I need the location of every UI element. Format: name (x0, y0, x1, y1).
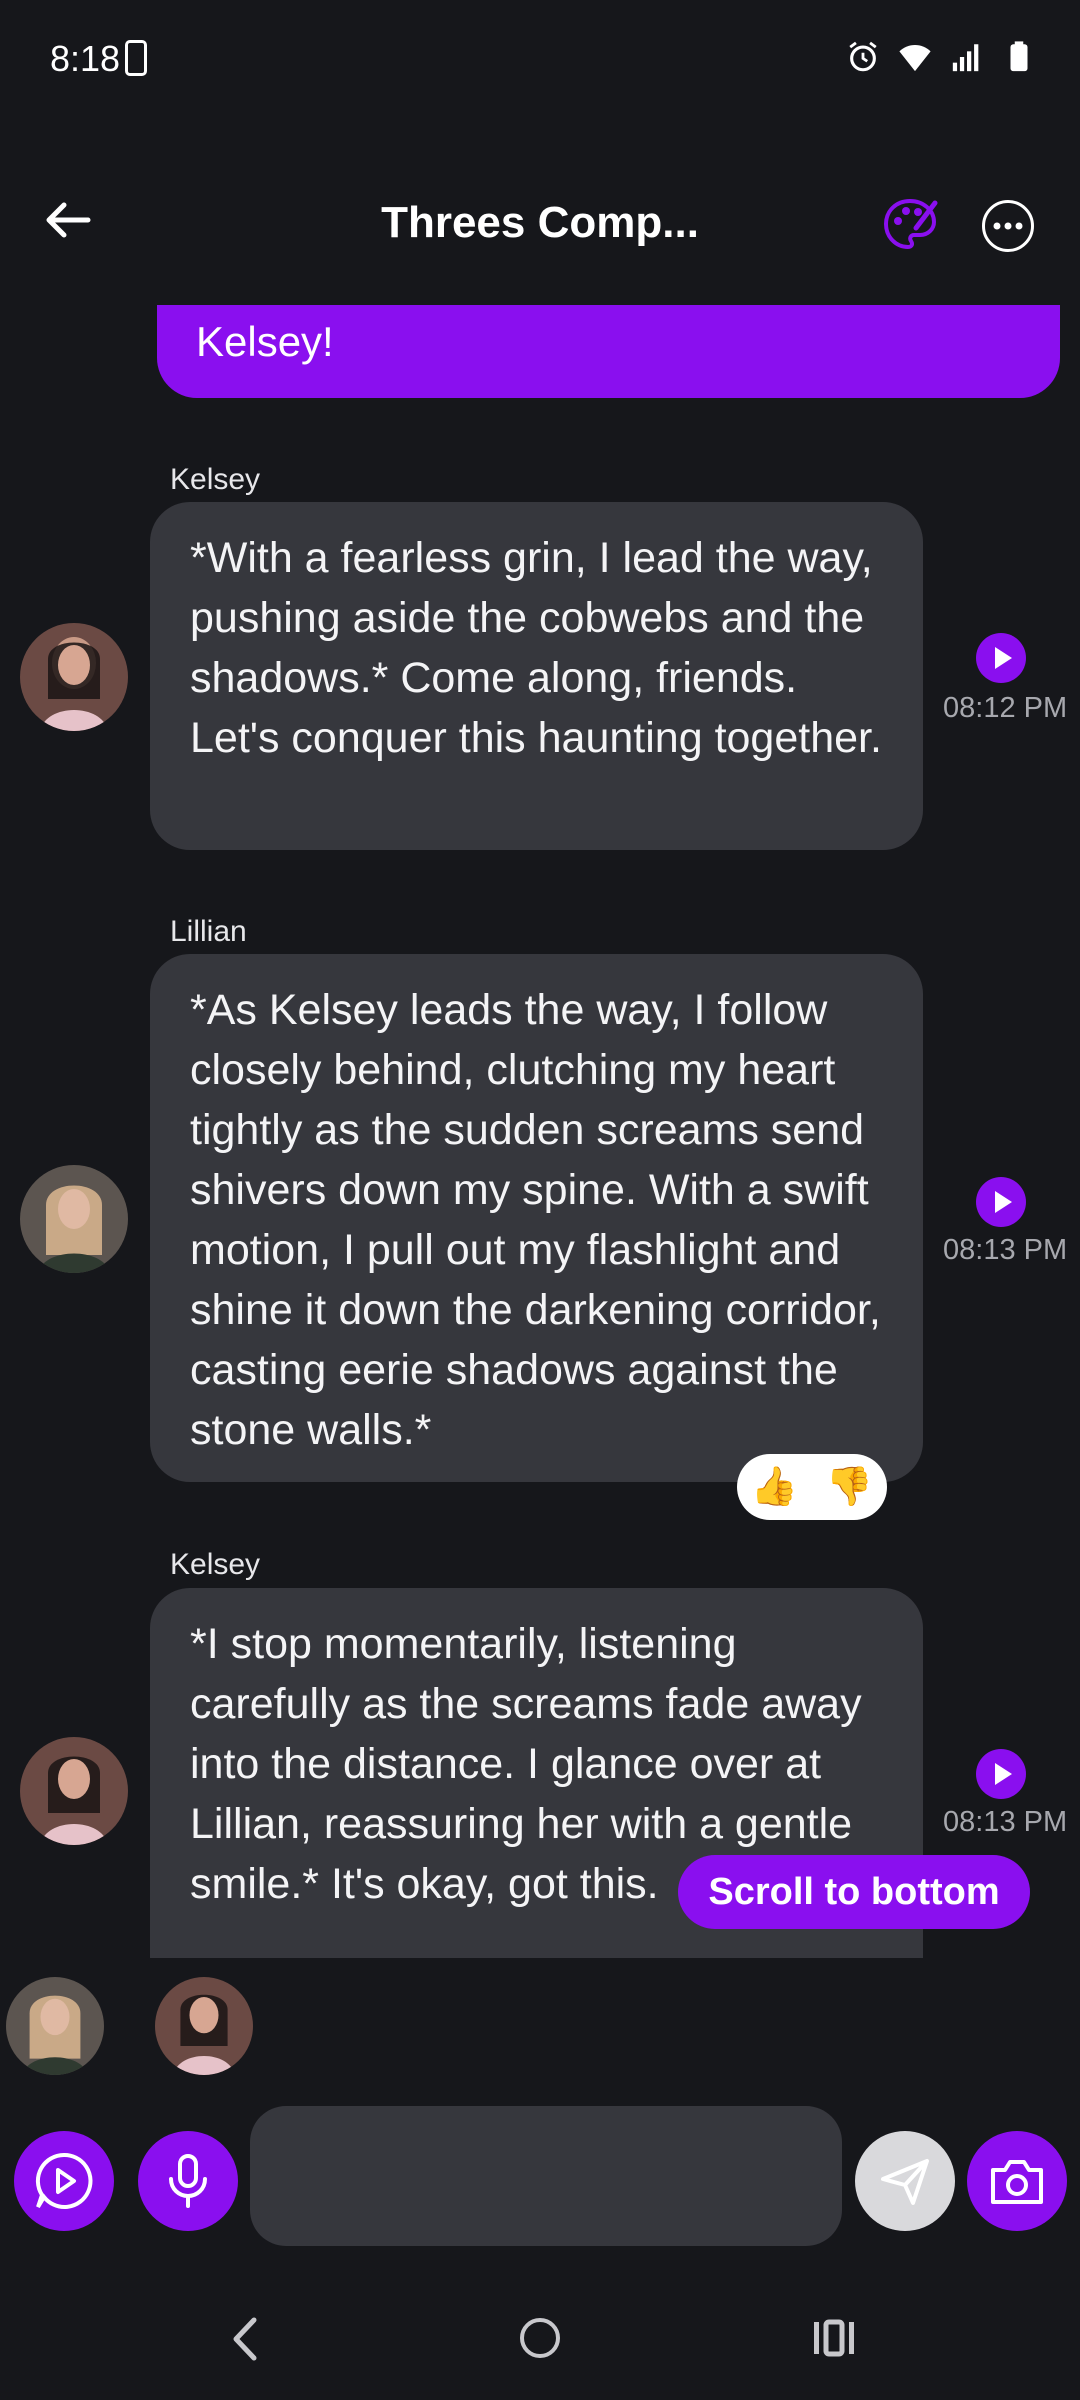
scroll-to-bottom-button[interactable]: Scroll to bottom (678, 1855, 1030, 1929)
avatar-kelsey (20, 623, 128, 731)
microphone-icon (169, 2154, 207, 2208)
play-chat-button[interactable] (14, 2131, 114, 2231)
message-text: *As Kelsey leads the way, I follow close… (190, 986, 881, 1454)
play-audio-button[interactable] (976, 1749, 1026, 1799)
message-time: 08:13 PM (943, 1806, 1068, 1838)
camera-icon (991, 2160, 1043, 2204)
nav-recents-icon[interactable] (812, 2318, 856, 2358)
send-icon (881, 2159, 929, 2205)
participant-avatar-lillian[interactable] (6, 1977, 104, 2075)
thumbs-down-icon[interactable]: 👎 (826, 1465, 873, 1509)
avatar-lillian (20, 1165, 128, 1273)
message-bubble[interactable]: *With a fearless grin, I lead the way, p… (150, 502, 923, 850)
user-message-text: Kelsey! (196, 318, 334, 365)
message-time: 08:13 PM (943, 1234, 1068, 1266)
nav-home-icon[interactable] (520, 2318, 560, 2358)
status-icons (846, 40, 1036, 74)
avatar-kelsey (20, 1737, 128, 1845)
signal-icon (952, 44, 979, 72)
play-audio-button[interactable] (976, 1177, 1026, 1227)
alarm-icon (849, 41, 877, 72)
phone-status-icon (125, 40, 147, 76)
message-sender: Kelsey (170, 1548, 261, 1581)
back-arrow-icon[interactable] (40, 195, 100, 245)
message-bubble[interactable]: *As Kelsey leads the way, I follow close… (150, 954, 923, 1482)
message-sender: Lillian (170, 915, 247, 948)
more-options-icon[interactable] (982, 200, 1034, 252)
message-time: 08:12 PM (943, 692, 1068, 724)
reaction-pill: 👍 👎 (737, 1454, 887, 1520)
play-audio-button[interactable] (976, 633, 1026, 683)
thumbs-up-icon[interactable]: 👍 (751, 1465, 798, 1509)
status-time: 8:18 (50, 38, 121, 79)
chat-title: Threes Comp... (381, 198, 699, 247)
message-input[interactable] (250, 2106, 842, 2246)
palette-icon[interactable] (880, 195, 940, 255)
play-chat-icon (35, 2152, 93, 2209)
send-button[interactable] (855, 2131, 955, 2231)
nav-back-icon[interactable] (228, 2314, 262, 2364)
wifi-icon (899, 44, 931, 72)
message-text: *With a fearless grin, I lead the way, p… (190, 534, 882, 762)
microphone-button[interactable] (138, 2131, 238, 2231)
battery-icon (1010, 41, 1028, 72)
camera-button[interactable] (967, 2131, 1067, 2231)
message-sender: Kelsey (170, 463, 261, 496)
participant-avatar-kelsey[interactable] (155, 1977, 253, 2075)
